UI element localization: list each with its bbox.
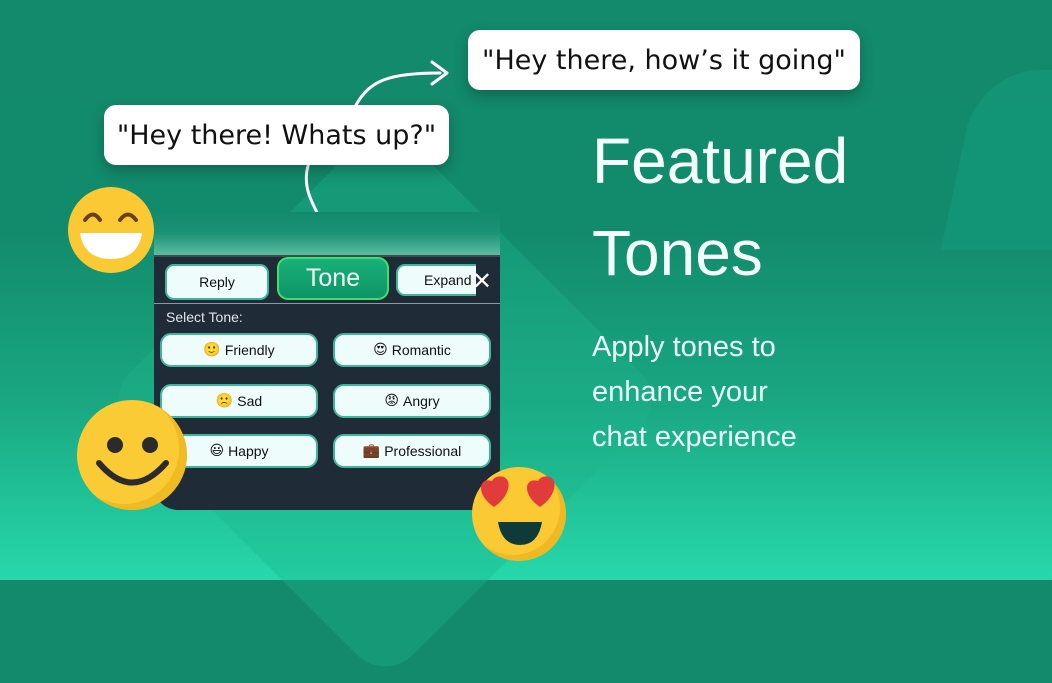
- tone-label: Friendly: [224, 342, 275, 358]
- tone-label: Professional: [384, 443, 462, 459]
- tone-friendly-button[interactable]: 🙂 Friendly: [160, 333, 318, 367]
- original-message-bubble: "Hey there! Whats up?": [104, 105, 449, 165]
- tab-tone-active[interactable]: Tone: [277, 257, 389, 300]
- angry-face-icon: 😡: [384, 393, 400, 409]
- hero-subtitle-line3: chat experience: [592, 421, 797, 453]
- tone-angry-button[interactable]: 😡 Angry: [333, 384, 491, 418]
- heart-eyes-face-icon: [472, 467, 566, 561]
- briefcase-icon: 💼: [362, 443, 381, 459]
- frowning-face-icon: 🙁: [215, 393, 234, 409]
- arrow-to-rewritten-icon: [354, 71, 442, 107]
- grinning-face-icon: 😃: [209, 443, 225, 459]
- smiling-face-icon: [77, 400, 187, 510]
- hero-section: Featured Tones Apply tones to enhance yo…: [592, 115, 848, 460]
- hero-title: Featured Tones: [592, 115, 848, 299]
- hero-title-line2: Tones: [592, 217, 763, 289]
- heart-eyes-face-icon: 😍: [373, 342, 388, 358]
- slightly-smiling-face-icon: 🙂: [203, 342, 221, 358]
- hero-subtitle: Apply tones to enhance your chat experie…: [592, 325, 848, 460]
- hero-subtitle-line2: enhance your: [592, 376, 768, 408]
- hero-title-line1: Featured: [592, 125, 849, 197]
- select-tone-label: Select Tone:: [166, 309, 243, 325]
- tone-label: Sad: [237, 393, 263, 409]
- tone-label: Happy: [228, 443, 269, 459]
- keyboard-top-fade: [154, 212, 500, 255]
- tone-label: Romantic: [391, 342, 451, 358]
- rewritten-message-bubble: "Hey there, how’s it going": [468, 30, 860, 90]
- close-icon[interactable]: ✕: [472, 267, 492, 295]
- background-blob-shape: [940, 70, 1052, 250]
- tab-reply[interactable]: Reply: [165, 264, 269, 300]
- tone-label: Angry: [403, 393, 440, 409]
- tab-expand[interactable]: Expand: [396, 264, 476, 296]
- hero-subtitle-line1: Apply tones to: [592, 331, 776, 363]
- tone-romantic-button[interactable]: 😍 Romantic: [333, 333, 491, 367]
- grinning-squint-face-icon: [68, 187, 154, 273]
- tone-professional-button[interactable]: 💼 Professional: [333, 434, 491, 468]
